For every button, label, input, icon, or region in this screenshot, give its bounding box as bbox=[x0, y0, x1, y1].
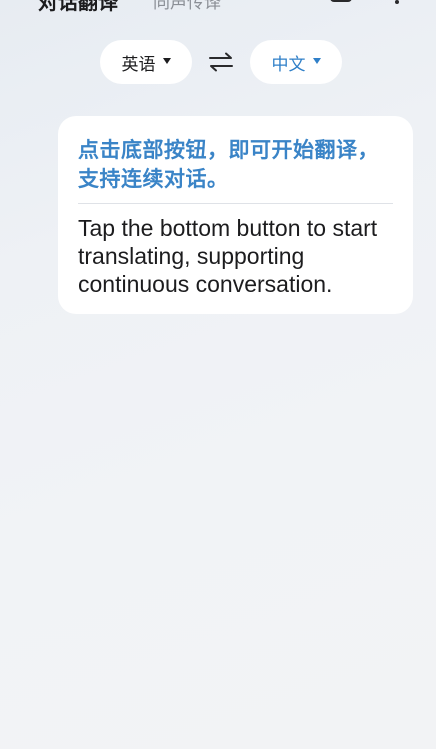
translated-text: Tap the bottom button to start translati… bbox=[78, 215, 378, 297]
target-language-label: 中文 bbox=[271, 54, 306, 75]
source-language-selector[interactable]: 英语 bbox=[100, 40, 192, 84]
caret-down-icon bbox=[162, 58, 171, 64]
source-language-label: 英语 bbox=[121, 54, 156, 75]
language-bar: 英语 中文 bbox=[0, 40, 436, 84]
target-language-selector[interactable]: 中文 bbox=[250, 40, 342, 84]
bubble-divider bbox=[78, 203, 393, 204]
caret-down-icon bbox=[312, 58, 321, 64]
page-title: 对话翻译 bbox=[38, 0, 118, 14]
tab-simultaneous-interpretation[interactable]: 同声传译 bbox=[153, 0, 221, 13]
swap-arrows-icon[interactable] bbox=[208, 52, 234, 72]
top-bar: 对话翻译 同声传译 bbox=[0, 0, 436, 16]
more-vertical-icon[interactable] bbox=[394, 0, 400, 4]
conversation-bubble[interactable]: 点击底部按钮，即可开始翻译，支持连续对话。 Tap the bottom but… bbox=[58, 116, 413, 314]
history-icon[interactable] bbox=[330, 0, 352, 2]
source-text: 点击底部按钮，即可开始翻译，支持连续对话。 bbox=[78, 138, 379, 191]
